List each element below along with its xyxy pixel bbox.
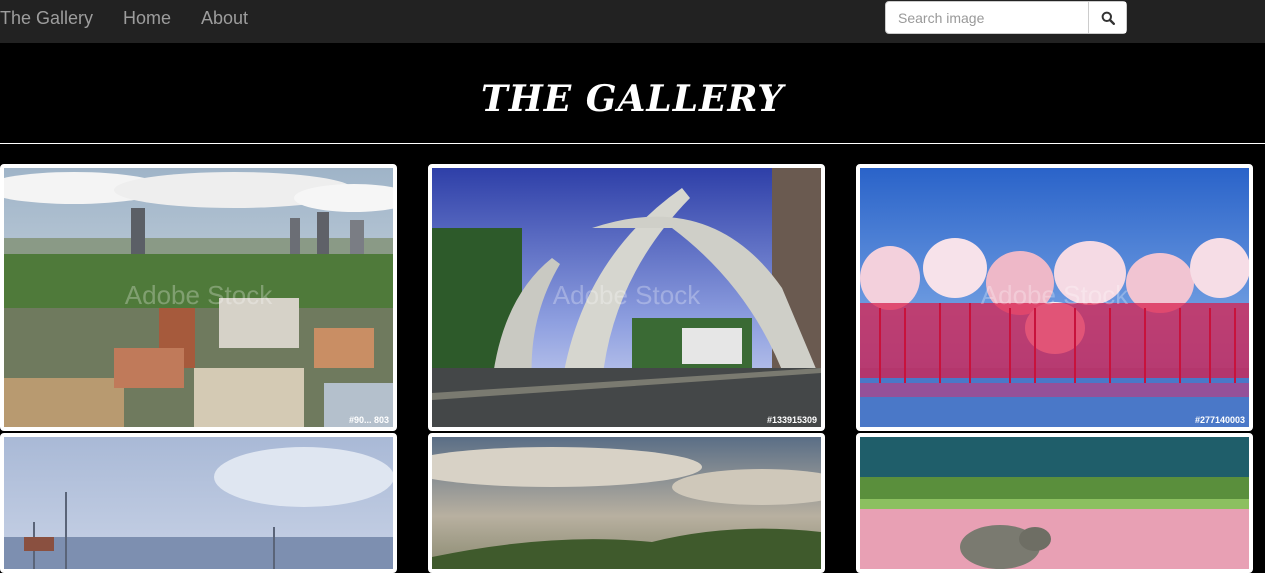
watermark-text: Adobe Stock [980, 280, 1129, 310]
gallery-card[interactable] [856, 433, 1253, 573]
gallery-image-tusks-arch[interactable]: Adobe Stock #133915309 [432, 168, 821, 427]
search-button[interactable] [1088, 2, 1126, 33]
watermark-text: Adobe Stock [552, 280, 701, 310]
gallery-image-rhino-lake[interactable] [860, 437, 1249, 569]
gallery-card[interactable]: Adobe Stock #277140003 [856, 164, 1253, 431]
navbar: The Gallery Home About [0, 0, 1265, 43]
gallery-image-savanna[interactable] [432, 437, 821, 569]
nav-about-link[interactable]: About [201, 0, 248, 36]
gallery-image-flamingos[interactable]: Adobe Stock #277140003 [860, 168, 1249, 427]
stock-id-label: #277140003 [1194, 415, 1245, 425]
search-form [885, 1, 1127, 34]
gallery-image-city-skyline[interactable]: Adobe Stock #90... 803 [4, 168, 393, 427]
nav-home-link[interactable]: Home [123, 0, 171, 36]
header-divider [0, 143, 1265, 144]
gallery-card[interactable] [0, 433, 397, 573]
watermark-text: Adobe Stock [124, 280, 273, 310]
stock-id-label: #90... 803 [348, 415, 389, 425]
gallery-card[interactable]: Adobe Stock #133915309 [428, 164, 825, 431]
page-title: THE GALLERY [480, 78, 785, 120]
gallery-image-coastal-sky[interactable] [4, 437, 393, 569]
search-icon [1101, 11, 1115, 25]
gallery-card[interactable] [428, 433, 825, 573]
gallery-card[interactable]: Adobe Stock #90... 803 [0, 164, 397, 431]
stock-id-label: #133915309 [766, 415, 817, 425]
search-input[interactable] [886, 2, 1088, 33]
brand-link[interactable]: The Gallery [0, 0, 93, 36]
